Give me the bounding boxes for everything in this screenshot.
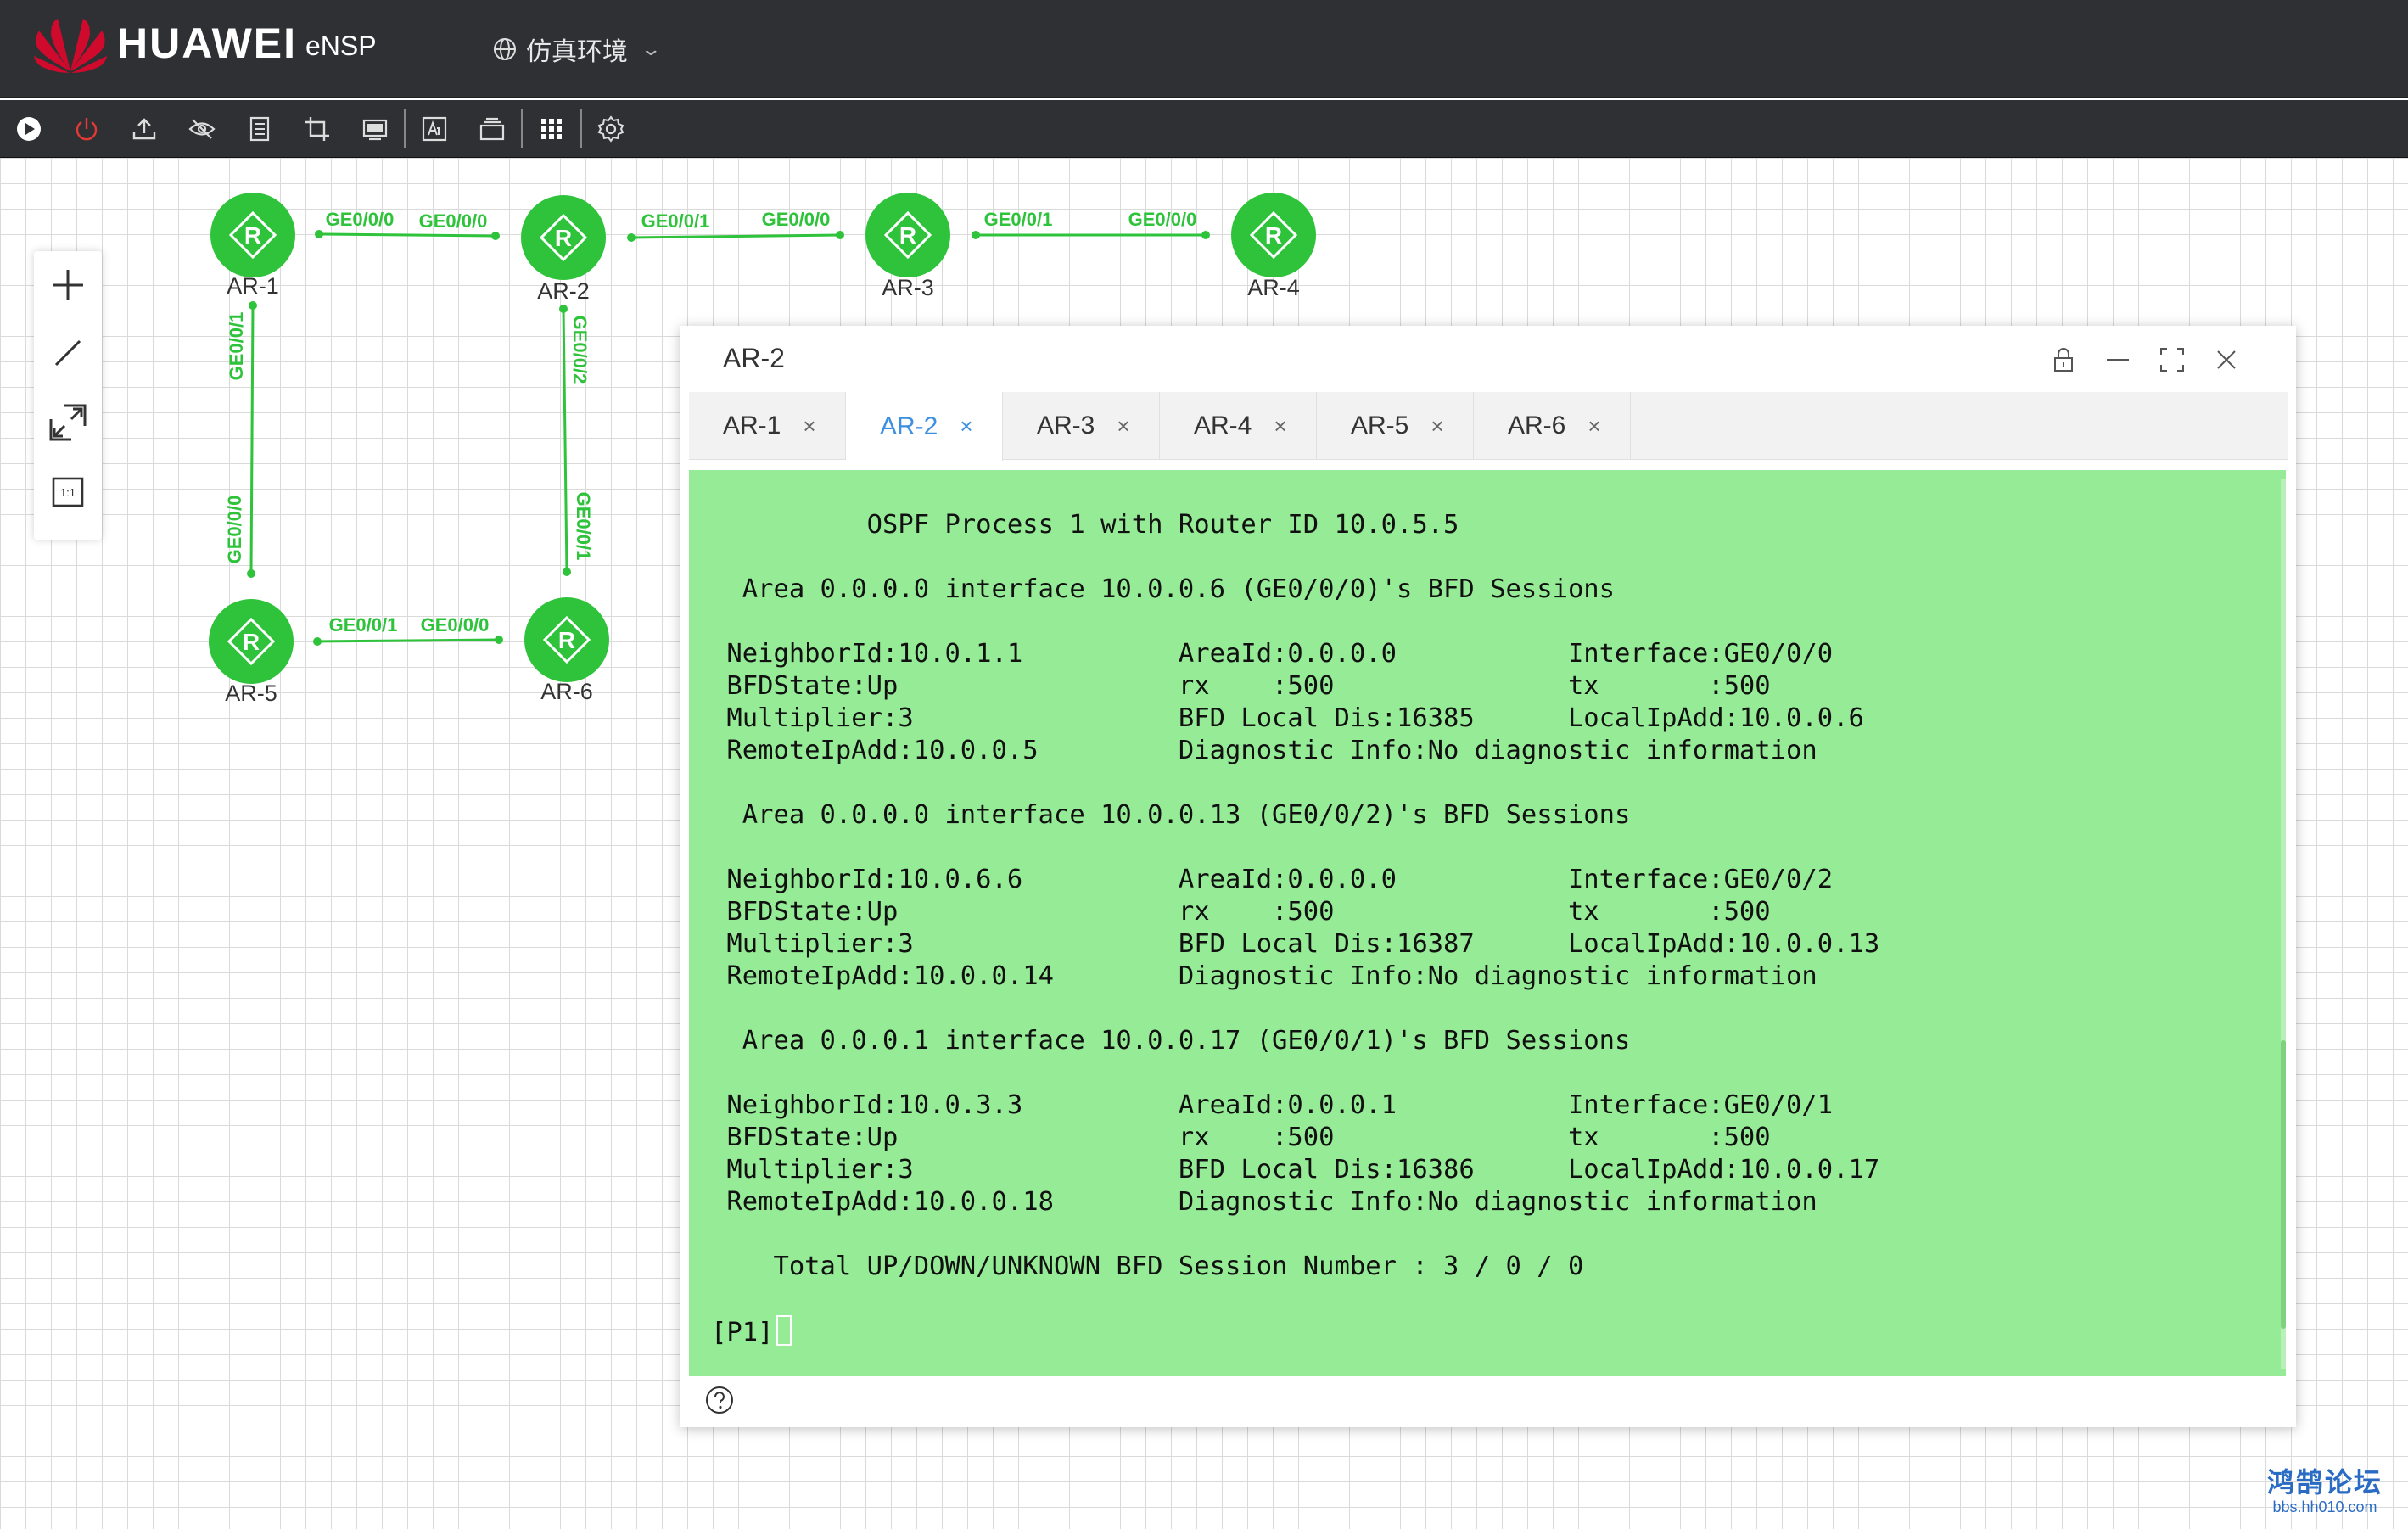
- product-name: eNSP: [305, 31, 377, 61]
- actual-size-label: 1:1: [60, 486, 76, 499]
- power-icon[interactable]: [70, 112, 104, 146]
- tab-ar-3[interactable]: AR-3 ×: [1003, 392, 1160, 460]
- text-cursor: [776, 1315, 792, 1346]
- text-icon[interactable]: [417, 112, 451, 146]
- tab-ar-2[interactable]: AR-2 ×: [846, 392, 1003, 461]
- add-icon[interactable]: [48, 265, 88, 305]
- terminal-text: OSPF Process 1 with Router ID 10.0.5.5 A…: [711, 509, 1879, 1349]
- tab-label: AR-5: [1351, 412, 1409, 440]
- dialog-title: AR-2: [723, 343, 785, 373]
- brand-name: HUAWEI: [117, 20, 297, 67]
- tab-ar-6[interactable]: AR-6 ×: [1474, 392, 1631, 460]
- tab-close-icon[interactable]: ×: [1431, 413, 1443, 440]
- environment-label: 仿真环境: [526, 38, 628, 66]
- crop-icon[interactable]: [300, 112, 334, 146]
- toolbar-separator: [580, 109, 582, 148]
- terminal-scrollbar[interactable]: [2281, 479, 2286, 1369]
- tab-close-icon[interactable]: ×: [1117, 413, 1129, 440]
- upload-icon[interactable]: [127, 112, 161, 146]
- toolbar-separator: [404, 109, 406, 148]
- scrollbar-thumb[interactable]: [2281, 1040, 2286, 1329]
- cli-prompt: [P1]: [711, 1318, 774, 1347]
- tab-label: AR-4: [1194, 412, 1252, 440]
- chevron-down-icon: ⌄: [640, 38, 663, 59]
- globe-icon: [494, 38, 516, 60]
- lock-icon[interactable]: [2045, 341, 2082, 378]
- router-glyph: R: [244, 222, 261, 249]
- tab-label: AR-6: [1508, 412, 1566, 440]
- forum-watermark: 鸿鹄论坛 bbs.hh010.com: [2267, 1461, 2383, 1516]
- tab-label: AR-1: [723, 412, 781, 440]
- layers-icon[interactable]: [475, 112, 509, 146]
- router-glyph: R: [555, 225, 572, 251]
- help-icon[interactable]: [704, 1385, 735, 1415]
- header-bar: HUAWEI eNSP 仿真环境 ⌄: [0, 0, 2408, 98]
- line-icon[interactable]: [48, 333, 88, 373]
- tab-label: AR-3: [1037, 412, 1095, 440]
- terminal-log: OSPF Process 1 with Router ID 10.0.5.5 A…: [726, 510, 1880, 1281]
- environment-selector[interactable]: 仿真环境 ⌄: [492, 31, 662, 68]
- toolbar: [0, 100, 2408, 158]
- tab-close-icon[interactable]: ×: [803, 413, 815, 440]
- tab-label: AR-2: [880, 412, 938, 440]
- fit-screen-icon[interactable]: [48, 402, 88, 443]
- router-glyph: R: [1265, 222, 1282, 249]
- tab-ar-1[interactable]: AR-1 ×: [689, 392, 846, 460]
- huawei-logo-icon: [34, 19, 107, 73]
- tab-close-icon[interactable]: ×: [960, 413, 972, 440]
- settings-icon[interactable]: [594, 112, 628, 146]
- play-icon[interactable]: [12, 112, 46, 146]
- watermark-title: 鸿鹄论坛: [2267, 1467, 2383, 1498]
- close-icon[interactable]: [2208, 341, 2245, 378]
- toolbar-separator: [521, 109, 523, 148]
- router-ar-2[interactable]: R: [521, 195, 606, 280]
- router-ar-3[interactable]: R: [865, 193, 950, 277]
- router-glyph: R: [558, 627, 575, 653]
- hide-icon[interactable]: [185, 112, 219, 146]
- router-ar-5[interactable]: R: [209, 599, 294, 684]
- tab-ar-4[interactable]: AR-4 ×: [1160, 392, 1317, 460]
- maximize-icon[interactable]: [2153, 341, 2191, 378]
- actual-size-icon[interactable]: 1:1: [48, 472, 88, 512]
- document-icon[interactable]: [243, 112, 277, 146]
- console-dialog: AR-2 AR-1 × AR-2 × AR-3 × AR-4 × AR-5 × AR-6 × OSPF…: [680, 326, 2296, 1427]
- router-ar-6[interactable]: R: [524, 597, 609, 682]
- tab-close-icon[interactable]: ×: [1588, 413, 1600, 440]
- router-ar-1[interactable]: R: [210, 193, 295, 277]
- tab-close-icon[interactable]: ×: [1274, 413, 1286, 440]
- minimize-icon[interactable]: [2099, 341, 2136, 378]
- console-tabs: AR-1 × AR-2 × AR-3 × AR-4 × AR-5 × AR-6 ×: [689, 392, 2288, 461]
- router-glyph: R: [243, 629, 260, 655]
- screen-icon[interactable]: [358, 112, 392, 146]
- router-ar-4[interactable]: R: [1231, 193, 1316, 277]
- grid-icon[interactable]: [535, 112, 568, 146]
- tab-ar-5[interactable]: AR-5 ×: [1317, 392, 1474, 460]
- watermark-url: bbs.hh010.com: [2272, 1498, 2377, 1515]
- canvas-tools-panel: 1:1: [34, 251, 102, 540]
- ensp-app: HUAWEI eNSP 仿真环境 ⌄ 1:1 GE0/0/0 GE0/0/0 G…: [0, 0, 2408, 1529]
- terminal-output[interactable]: OSPF Process 1 with Router ID 10.0.5.5 A…: [689, 470, 2286, 1376]
- router-glyph: R: [899, 222, 916, 249]
